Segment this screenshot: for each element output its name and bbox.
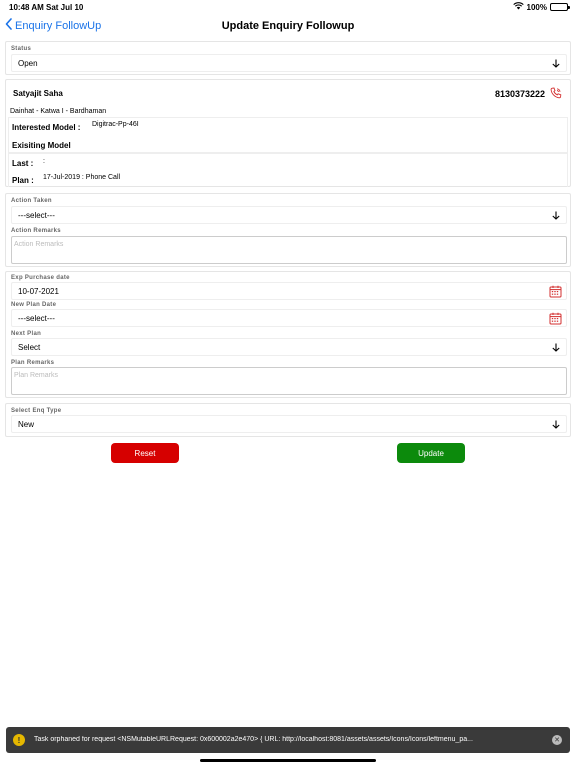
warning-toast[interactable]: ! Task orphaned for request <NSMutableUR…: [6, 727, 570, 753]
new-plan-date-value: ---select---: [18, 313, 55, 323]
arrow-down-icon: [552, 211, 560, 222]
lead-location: Dainhat - Katwa I - Bardhaman: [10, 108, 107, 115]
followup-section: Last : : Plan : 17-Jul-2019 : Phone Call: [8, 153, 568, 187]
action-taken-value: ---select---: [18, 210, 55, 220]
action-taken-select[interactable]: ---select---: [11, 206, 567, 224]
next-plan-label: Next Plan: [11, 331, 42, 337]
enq-type-select[interactable]: New: [11, 415, 567, 433]
last-label: Last :: [12, 159, 34, 168]
lead-name: Satyajit Saha: [13, 89, 63, 98]
home-indicator: [200, 759, 376, 762]
action-taken-label: Action Taken: [11, 198, 52, 204]
exp-purchase-value: 10-07-2021: [18, 286, 59, 296]
arrow-down-icon: [552, 343, 560, 354]
status-bar: 10:48 AM Sat Jul 10 100%: [0, 0, 576, 14]
status-date: Sat Jul 10: [46, 3, 84, 12]
plan-card: Exp Purchase date 10-07-2021 New Plan Da…: [5, 271, 571, 398]
arrow-down-icon: [552, 420, 560, 431]
enq-type-label: Select Enq Type: [11, 408, 62, 414]
interested-model-label: Interested Model :: [12, 123, 81, 132]
exp-purchase-date-field[interactable]: 10-07-2021: [11, 282, 567, 300]
wifi-icon: [512, 2, 524, 12]
navigation-bar: Enquiry FollowUp Update Enquiry Followup: [0, 14, 576, 38]
new-plan-date-field[interactable]: ---select---: [11, 309, 567, 327]
calendar-icon[interactable]: [549, 285, 562, 300]
battery-percent: 100%: [526, 2, 547, 12]
action-remarks-label: Action Remarks: [11, 228, 61, 234]
plan-remarks-label: Plan Remarks: [11, 360, 55, 366]
enq-type-card: Select Enq Type New: [5, 403, 571, 437]
status-label: Status: [11, 46, 32, 52]
plan-label: Plan :: [12, 176, 34, 185]
warning-icon: !: [13, 734, 25, 746]
action-card: Action Taken ---select--- Action Remarks…: [5, 193, 571, 267]
battery-icon: [550, 3, 570, 11]
model-section: Interested Model : Digitrac-Pp-46I Exisi…: [8, 117, 568, 153]
toast-message: Task orphaned for request <NSMutableURLR…: [34, 736, 473, 743]
plan-remarks-input[interactable]: Plan Remarks: [11, 367, 567, 395]
new-plan-date-label: New Plan Date: [11, 302, 57, 308]
close-icon[interactable]: ✕: [552, 735, 562, 745]
next-plan-select[interactable]: Select: [11, 338, 567, 356]
interested-model-value: Digitrac-Pp-46I: [92, 121, 139, 128]
exp-purchase-label: Exp Purchase date: [11, 275, 70, 281]
next-plan-value: Select: [18, 342, 41, 352]
phone-call-icon[interactable]: [550, 86, 562, 104]
lead-phone[interactable]: 8130373222: [495, 89, 545, 99]
page-title: Update Enquiry Followup: [221, 20, 355, 32]
status-select[interactable]: Open: [11, 54, 567, 72]
status-time: 10:48 AM: [9, 3, 44, 12]
last-value: :: [43, 158, 45, 165]
lead-info-card: Satyajit Saha 8130373222 Dainhat - Katwa…: [5, 79, 571, 187]
reset-button[interactable]: Reset: [111, 443, 179, 463]
calendar-icon[interactable]: [549, 312, 562, 327]
update-button[interactable]: Update: [397, 443, 465, 463]
existing-model-label: Exisiting Model: [12, 141, 71, 150]
enq-type-value: New: [18, 419, 35, 429]
status-value: Open: [18, 58, 38, 68]
action-remarks-input[interactable]: Action Remarks: [11, 236, 567, 264]
arrow-down-icon: [552, 59, 560, 70]
plan-value: 17-Jul-2019 : Phone Call: [43, 174, 121, 181]
status-right: 100%: [512, 2, 570, 12]
status-card: Status Open: [5, 41, 571, 75]
